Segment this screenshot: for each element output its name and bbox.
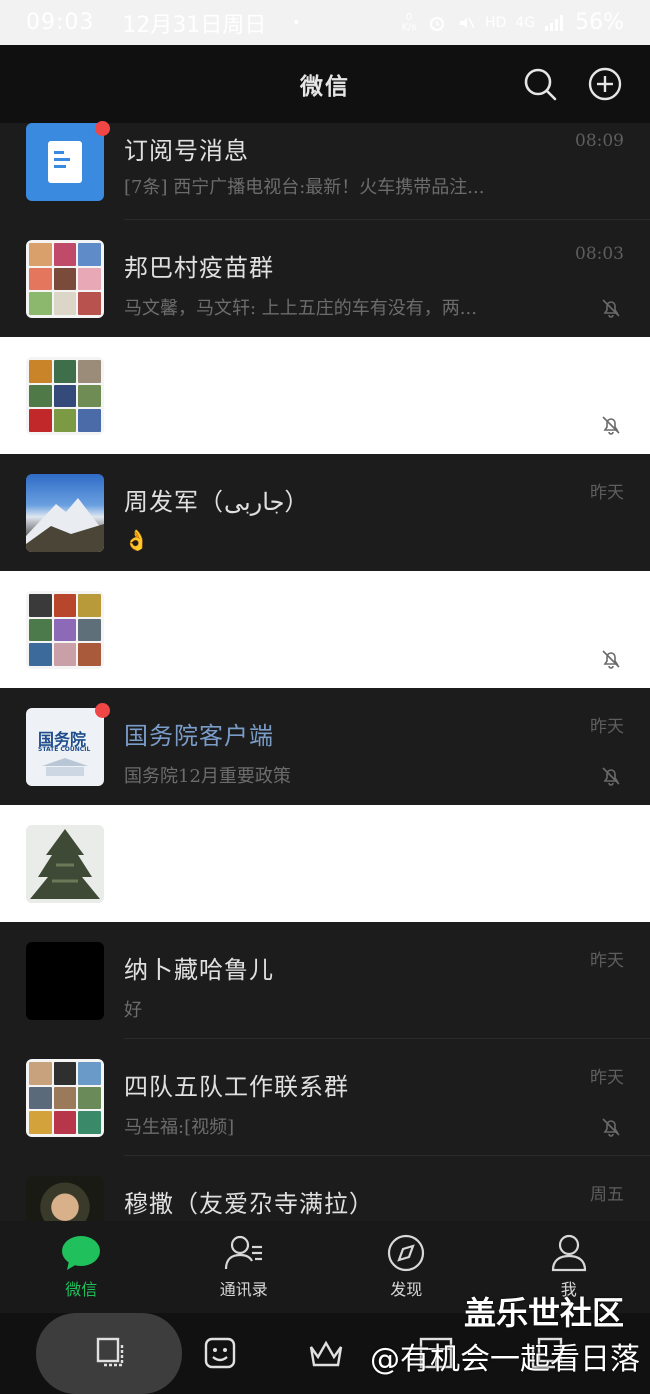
unread-dot [95, 121, 110, 136]
network-indicator: 4G [515, 14, 536, 31]
mute-status-icon [460, 17, 475, 28]
chat-name: 周发军（جاربى） [124, 488, 310, 516]
chat-time: 昨天 [590, 483, 624, 503]
status-time: 09:03 [26, 10, 95, 35]
chat-bubble-icon [62, 1236, 101, 1270]
article-icon [48, 141, 82, 183]
screenshot-icon[interactable] [92, 1335, 132, 1371]
group-avatar [26, 1059, 104, 1137]
chat-name: 四队五队工作联系群 [124, 1073, 349, 1101]
tab-label: 发现 [390, 1280, 423, 1299]
chat-time: 08:03 [575, 244, 624, 264]
watermark-site: 盖乐世社区 [464, 1294, 625, 1332]
sticker-icon[interactable] [200, 1335, 240, 1371]
battery-level: 56% [575, 10, 624, 35]
chat-preview: [7条] 西宁广播电视台:最新！火车携带品注... [124, 177, 485, 198]
mute-bell-icon [602, 650, 620, 669]
avatar-logo-sub: STATE COUNCIL [38, 746, 91, 753]
group-avatar [26, 240, 104, 318]
chat-row-group[interactable]: 四队五队工作联系群 马生福:[视频] 昨天 [0, 1039, 650, 1156]
status-dot: • [292, 14, 301, 31]
tab-label: 通讯录 [219, 1280, 268, 1299]
chat-name: 纳卜藏哈鲁儿 [124, 956, 274, 984]
mute-bell-icon [602, 299, 620, 318]
mute-bell-icon [602, 1118, 620, 1137]
unread-dot [95, 703, 110, 718]
chat-row-blank[interactable] [0, 337, 650, 454]
page-title: 微信 [300, 74, 350, 100]
building-icon [42, 758, 88, 776]
search-icon[interactable] [522, 66, 558, 102]
chat-row-contact[interactable]: 纳卜藏哈鲁儿 好 昨天 [0, 922, 650, 1039]
chat-time: 昨天 [590, 717, 624, 737]
avatar [26, 123, 104, 201]
chat-time: 周五 [590, 1185, 624, 1205]
status-date: 12月31日周日 [122, 12, 267, 38]
chat-preview: 马文馨，马文轩: 上上五庄的车有没有，两... [124, 298, 477, 319]
wechat-screen: 09:03 12月31日周日 • 0 K/s HD 4G 56% 微信 订阅号消… [0, 0, 650, 1394]
group-avatar [26, 591, 104, 669]
avatar [26, 474, 104, 552]
chat-list: 订阅号消息 [7条] 西宁广播电视台:最新！火车携带品注... 08:09 邦巴… [0, 121, 650, 1273]
status-bar: 09:03 12月31日周日 • 0 K/s HD 4G 56% [0, 0, 650, 45]
chat-row-official[interactable]: 国务院 STATE COUNCIL 国务院客户端 国务院12月重要政策 昨天 [0, 688, 650, 805]
chat-time: 昨天 [590, 951, 624, 971]
avatar: 国务院 STATE COUNCIL [26, 708, 104, 786]
person-icon [551, 1234, 586, 1272]
chat-name: 邦巴村疫苗群 [124, 254, 274, 282]
tab-chats[interactable]: 微信 [0, 1221, 163, 1313]
crown-icon[interactable] [306, 1335, 346, 1371]
chat-preview: 国务院12月重要政策 [124, 766, 291, 787]
compass-icon [388, 1234, 425, 1272]
group-avatar [26, 357, 104, 435]
net-speed: 0 K/s [401, 11, 417, 33]
plus-circle-icon[interactable] [587, 66, 623, 102]
chat-row-contact[interactable]: 周发军（جاربى） 👌 昨天 [0, 454, 650, 571]
chat-name: 订阅号消息 [124, 137, 249, 165]
signal-icon [545, 14, 564, 31]
chat-row-group[interactable]: 邦巴村疫苗群 马文馨，马文轩: 上上五庄的车有没有，两... 08:03 [0, 220, 650, 337]
chat-name: 国务院客户端 [124, 722, 274, 750]
mute-bell-icon [602, 767, 620, 786]
mountain-photo [26, 498, 104, 552]
chat-preview: 马生福:[视频] [124, 1117, 235, 1138]
avatar [26, 825, 104, 903]
contacts-icon [224, 1235, 262, 1270]
chat-row-subscriptions[interactable]: 订阅号消息 [7条] 西宁广播电视台:最新！火车携带品注... 08:09 [0, 121, 650, 220]
alarm-icon [430, 16, 445, 31]
chat-row-blank[interactable] [0, 805, 650, 922]
tree-photo [26, 825, 104, 903]
tab-contacts[interactable]: 通讯录 [163, 1221, 326, 1313]
chat-time: 昨天 [590, 1068, 624, 1088]
avatar [26, 942, 104, 1020]
status-indicators: 0 K/s HD 4G 56% [400, 10, 624, 35]
tab-label: 微信 [65, 1280, 98, 1299]
chat-name: 穆撒（友爱尕寺满拉） [124, 1190, 374, 1218]
chat-preview: 👌 [124, 528, 149, 552]
chat-time: 08:09 [575, 131, 624, 151]
watermark-author: @有机会一起看日落 [370, 1342, 640, 1377]
chat-preview: 好 [124, 1000, 142, 1021]
mute-bell-icon [602, 416, 620, 435]
chat-row-blank[interactable] [0, 571, 650, 688]
hd-indicator: HD [485, 14, 507, 31]
top-bar: 微信 [0, 45, 650, 123]
